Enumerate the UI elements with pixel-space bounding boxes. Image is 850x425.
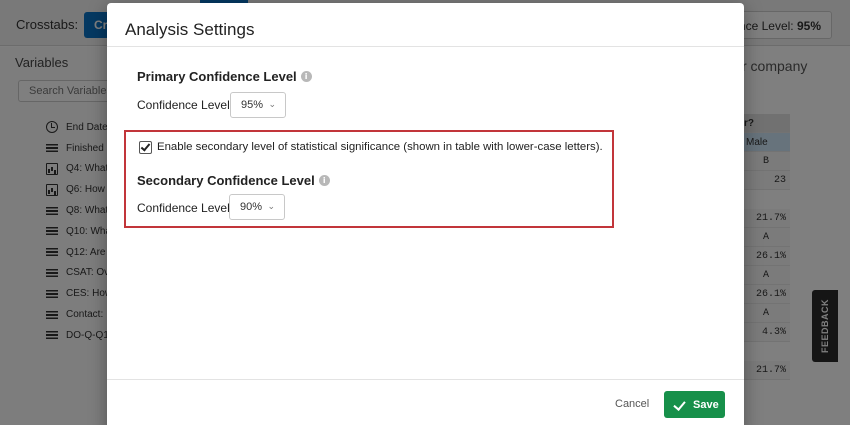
analysis-settings-dialog: Analysis Settings Primary Confidence Lev… — [107, 3, 744, 425]
info-icon[interactable]: i — [318, 175, 330, 186]
primary-confidence-value: 95% — [241, 99, 264, 111]
cancel-button[interactable]: Cancel — [615, 398, 649, 410]
secondary-confidence-value: 90% — [240, 201, 263, 213]
secondary-significance-label[interactable]: Enable secondary level of statistical si… — [157, 141, 603, 153]
secondary-confidence-label: Confidence Level — [137, 201, 230, 215]
save-label: Save — [693, 398, 719, 411]
dialog-title: Analysis Settings — [125, 20, 255, 39]
primary-confidence-label: Confidence Level — [137, 98, 230, 112]
secondary-confidence-title: Secondary Confidence Level — [137, 173, 315, 188]
primary-confidence-title: Primary Confidence Level — [137, 69, 297, 84]
save-button[interactable]: Save — [664, 391, 725, 418]
secondary-significance-checkbox[interactable] — [139, 141, 152, 154]
checkmark-icon — [140, 141, 151, 152]
chevron-down-icon: ⌄ — [267, 201, 275, 211]
info-icon[interactable]: i — [300, 71, 312, 82]
primary-confidence-select[interactable]: 95% ⌄ — [230, 92, 286, 118]
secondary-confidence-select[interactable]: 90% ⌄ — [229, 194, 285, 220]
chevron-down-icon: ⌄ — [268, 99, 276, 109]
primary-confidence-heading: Primary Confidence Level i — [137, 69, 312, 84]
secondary-confidence-heading: Secondary Confidence Level i — [137, 173, 330, 188]
dialog-header: Analysis Settings — [107, 3, 744, 47]
check-icon — [674, 400, 686, 410]
